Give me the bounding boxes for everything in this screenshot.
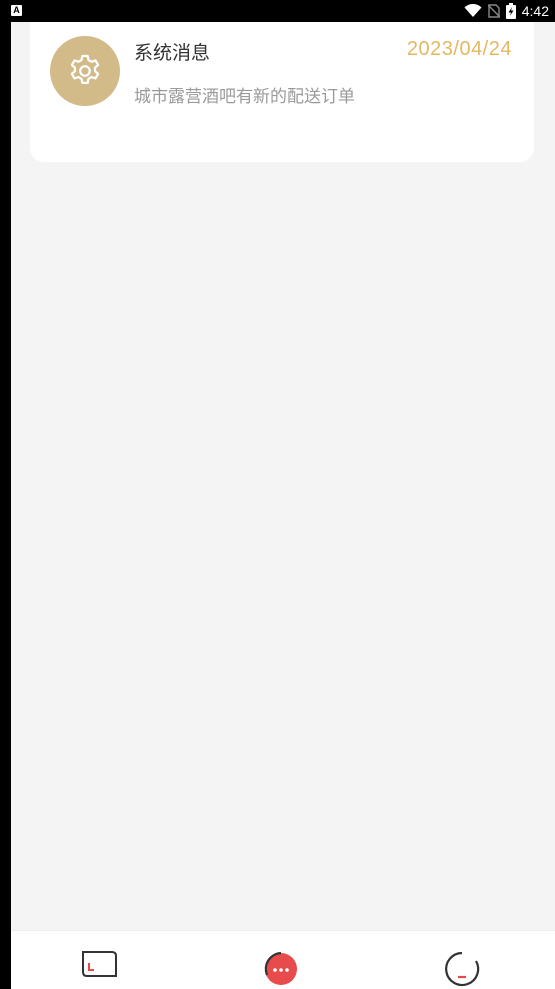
message-date: 2023/04/24 (406, 38, 512, 60)
home-card-icon (82, 951, 117, 977)
no-sim-icon (487, 4, 500, 18)
status-right-group: 4:42 (464, 2, 549, 20)
gear-icon (70, 54, 100, 84)
battery-charging-icon (505, 3, 516, 19)
app-notification-icon: A (11, 5, 22, 16)
message-title: 系统消息 (134, 42, 211, 64)
bottom-tab-bar (11, 930, 555, 989)
message-list-screen: 系统消息 2023/04/24 城市露营酒吧有新的配送订单 (11, 22, 555, 989)
message-avatar (50, 36, 120, 106)
tab-messages[interactable] (259, 949, 303, 989)
tab-home[interactable] (77, 949, 121, 989)
wifi-icon (464, 4, 482, 17)
status-bar: A 4:42 (0, 0, 555, 22)
message-card-system[interactable]: 系统消息 2023/04/24 城市露营酒吧有新的配送订单 (30, 22, 534, 162)
message-preview: 城市露营酒吧有新的配送订单 (134, 87, 355, 107)
status-time: 4:42 (521, 3, 549, 19)
profile-icon (445, 951, 480, 987)
tab-profile[interactable] (440, 949, 484, 989)
chat-bubble-icon (264, 951, 297, 985)
